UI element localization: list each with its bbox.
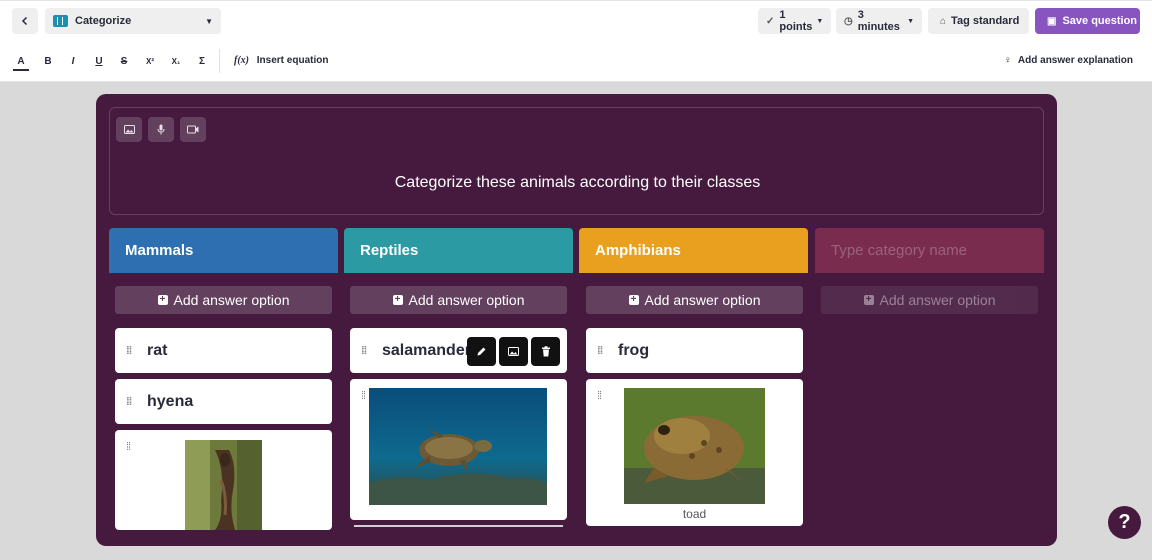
points-label: 1 points	[779, 9, 813, 33]
drag-handle-icon[interactable]: ⁞⁞	[597, 391, 605, 402]
save-icon: ▣	[1047, 15, 1057, 27]
top-bar: Categorize ▼ ✓ 1 points ▼ ◷ 3 minutes ▼ …	[0, 0, 1152, 40]
toolbar-divider	[219, 49, 220, 73]
answer-option-image-card[interactable]: ⁞⁞	[350, 379, 567, 520]
add-answer-option-button[interactable]: + Add answer option	[115, 286, 332, 314]
drag-handle-icon[interactable]: ⁞⁞	[126, 396, 134, 407]
drag-handle-icon[interactable]: ⁞⁞	[361, 391, 369, 402]
answer-option-text: frog	[618, 341, 650, 359]
scroll-indicator	[354, 525, 563, 527]
answer-option-text: salamander	[382, 341, 471, 359]
category-header-amphibians[interactable]: Amphibians	[579, 228, 808, 273]
text-color-button[interactable]: A	[13, 54, 29, 71]
underline-button[interactable]: U	[91, 54, 107, 70]
add-answer-option-label: Add answer option	[644, 292, 761, 308]
bat-image	[185, 440, 262, 530]
drag-handle-icon[interactable]: ⁞⁞	[126, 345, 134, 356]
tag-icon: ⌂	[940, 15, 947, 27]
answer-option[interactable]: ⁞⁞ hyena	[115, 379, 332, 424]
microphone-icon[interactable]	[148, 117, 174, 142]
plus-icon: +	[392, 295, 403, 305]
time-dropdown[interactable]: ◷ 3 minutes ▼	[836, 8, 922, 34]
superscript-button[interactable]: X²	[142, 54, 158, 70]
category-name-input[interactable]: Type category name	[815, 228, 1044, 273]
insert-equation-label: Insert equation	[256, 55, 329, 66]
save-question-label: Save question	[1062, 15, 1138, 27]
question-type-label: Categorize	[75, 15, 132, 27]
answer-option-image-card[interactable]: ⁞⁞	[115, 430, 332, 530]
caret-down-icon: ▼	[816, 17, 824, 25]
image-icon[interactable]	[116, 117, 142, 142]
chevron-left-icon	[21, 16, 28, 26]
time-label: 3 minutes	[857, 9, 900, 33]
add-answer-option-label: Add answer option	[173, 292, 290, 308]
add-answer-option-label: Add answer option	[408, 292, 525, 308]
save-question-button[interactable]: ▣ Save question	[1035, 8, 1140, 34]
answer-option-image-card[interactable]: ⁞⁞ toad	[586, 379, 803, 526]
add-answer-option-button[interactable]: + Add answer option	[350, 286, 567, 314]
tag-standard-label: Tag standard	[951, 15, 1020, 27]
drag-handle-icon[interactable]: ⁞⁞	[126, 442, 134, 453]
category-header-reptiles[interactable]: Reptiles	[344, 228, 573, 273]
points-dropdown[interactable]: ✓ 1 points ▼	[758, 8, 831, 34]
add-answer-option-button[interactable]: + Add answer option	[821, 286, 1038, 314]
question-text-area[interactable]: Categorize these animals according to th…	[109, 107, 1044, 215]
add-answer-explanation-label: Add answer explanation	[1017, 55, 1133, 66]
bold-button[interactable]: B	[40, 54, 56, 70]
question-editor-card: Categorize these animals according to th…	[96, 94, 1057, 546]
insert-equation-button[interactable]: f(x) Insert equation	[234, 55, 328, 66]
add-answer-explanation-button[interactable]: ♀ Add answer explanation	[1004, 55, 1133, 66]
add-answer-option-button[interactable]: + Add answer option	[586, 286, 803, 314]
plus-icon: +	[628, 295, 639, 305]
video-icon[interactable]	[180, 117, 206, 142]
trash-icon[interactable]	[531, 337, 560, 366]
add-answer-option-label: Add answer option	[879, 292, 996, 308]
sea-turtle-image	[369, 388, 547, 505]
clock-icon: ◷	[844, 15, 853, 27]
function-icon: f(x)	[234, 55, 249, 66]
drag-handle-icon[interactable]: ⁞⁞	[361, 345, 369, 356]
toad-image	[624, 388, 765, 504]
answer-option[interactable]: ⁞⁞ rat	[115, 328, 332, 373]
lightbulb-icon: ♀	[1004, 55, 1012, 66]
question-type-dropdown[interactable]: Categorize ▼	[45, 8, 221, 34]
caret-down-icon: ▼	[907, 17, 914, 25]
sum-button[interactable]: Σ	[194, 54, 210, 70]
back-button[interactable]	[12, 8, 38, 34]
tag-standard-button[interactable]: ⌂ Tag standard	[928, 8, 1029, 34]
image-icon[interactable]	[499, 337, 528, 366]
image-caption: toad	[682, 507, 707, 521]
question-text: Categorize these animals according to th…	[394, 174, 761, 191]
help-button[interactable]: ?	[1108, 506, 1141, 539]
edit-icon[interactable]	[467, 337, 496, 366]
answer-option-text: rat	[147, 341, 168, 359]
plus-icon: +	[157, 295, 168, 305]
strikethrough-button[interactable]: S	[116, 54, 132, 70]
category-header-mammals[interactable]: Mammals	[109, 228, 338, 273]
formatting-toolbar: A B I U S X² X₁ Σ f(x) Insert equation ♀…	[0, 40, 1152, 82]
drag-handle-icon[interactable]: ⁞⁞	[597, 345, 605, 356]
caret-down-icon: ▼	[205, 16, 213, 26]
subscript-button[interactable]: X₁	[168, 54, 184, 70]
italic-button[interactable]: I	[65, 54, 81, 70]
plus-icon: +	[863, 295, 874, 305]
categorize-icon	[53, 15, 68, 27]
answer-option-text: hyena	[147, 392, 194, 410]
answer-option[interactable]: ⁞⁞ frog	[586, 328, 803, 373]
option-toolbar	[467, 337, 560, 366]
check-icon: ✓	[766, 15, 775, 27]
